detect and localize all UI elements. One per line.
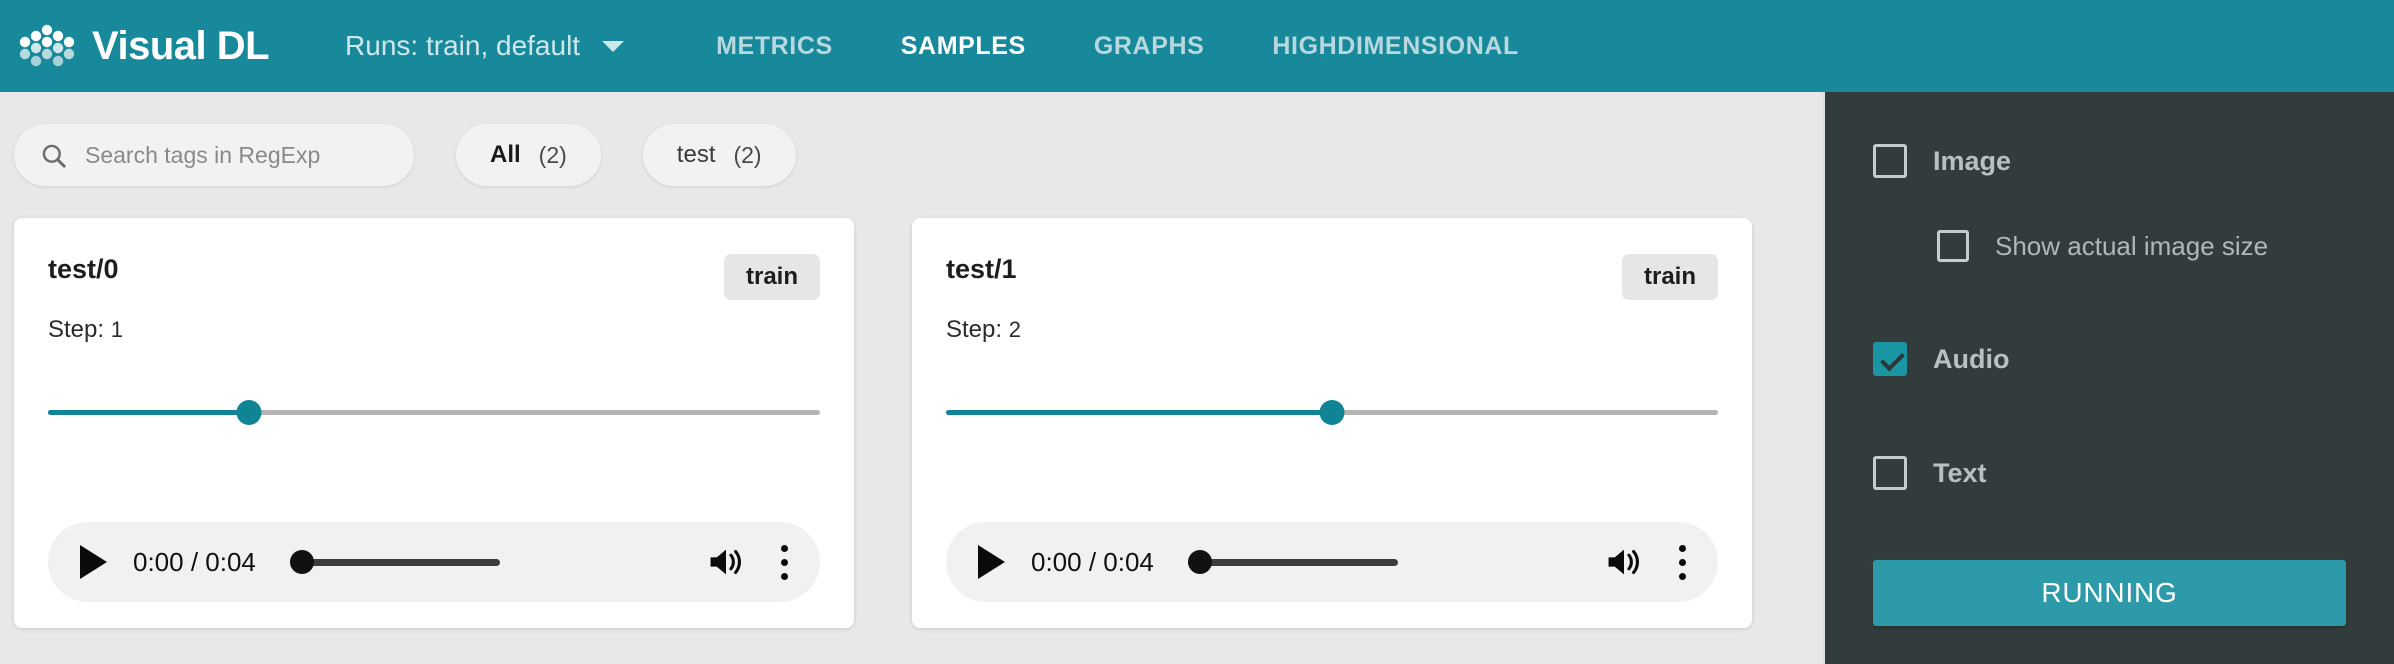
app-header: Visual DL Runs: train, default METRICS S… bbox=[0, 0, 2394, 92]
audio-time: 0:00 / 0:04 bbox=[1031, 546, 1154, 577]
sample-card: test/1 train Step: 2 0:00 / 0:04 bbox=[912, 218, 1752, 628]
filter-toolbar: Search tags in RegExp All (2) test (2) bbox=[14, 120, 1822, 190]
step-slider-thumb[interactable] bbox=[236, 400, 262, 425]
kebab-dot bbox=[1679, 544, 1686, 552]
search-input[interactable]: Search tags in RegExp bbox=[14, 124, 414, 186]
step-value: 1 bbox=[110, 317, 123, 342]
step-slider-fill bbox=[48, 410, 249, 415]
checkbox-text[interactable] bbox=[1873, 456, 1907, 490]
audio-player: 0:00 / 0:04 bbox=[946, 522, 1718, 602]
filter-chip-test-label: test bbox=[676, 141, 716, 168]
filter-chip-all[interactable]: All (2) bbox=[456, 124, 601, 186]
kebab-dot bbox=[781, 544, 788, 552]
volume-slider[interactable] bbox=[289, 550, 500, 574]
checkbox-image[interactable] bbox=[1873, 144, 1907, 178]
status-running-button[interactable]: RUNNING bbox=[1873, 560, 2346, 626]
step-slider-thumb[interactable] bbox=[1319, 400, 1345, 425]
kebab-dot bbox=[781, 558, 788, 566]
volume-slider-thumb[interactable] bbox=[1187, 550, 1212, 574]
search-icon bbox=[42, 144, 66, 168]
checkbox-audio[interactable] bbox=[1873, 342, 1907, 376]
brand-logo[interactable]: Visual DL bbox=[16, 23, 270, 69]
audio-time: 0:00 / 0:04 bbox=[133, 546, 256, 577]
option-image-label: Image bbox=[1933, 145, 2012, 176]
kebab-dot bbox=[781, 572, 788, 580]
filter-chip-all-label: All bbox=[490, 141, 521, 168]
options-sidebar: Image Show actual image size Audio Text … bbox=[1822, 92, 2394, 664]
step-slider-fill bbox=[946, 410, 1332, 415]
step-value: 2 bbox=[1008, 317, 1021, 342]
option-text-label: Text bbox=[1933, 457, 1987, 488]
play-icon[interactable] bbox=[80, 545, 107, 579]
tab-highdimensional[interactable]: HIGHDIMENSIONAL bbox=[1238, 32, 1553, 61]
sample-card-list: test/0 train Step: 1 0:00 / 0:04 test/1 … bbox=[14, 218, 1822, 628]
volume-up-icon[interactable] bbox=[1605, 545, 1643, 579]
audio-player: 0:00 / 0:04 bbox=[48, 522, 820, 602]
samples-content: Search tags in RegExp All (2) test (2) t… bbox=[0, 92, 1822, 664]
filter-chip-all-count: (2) bbox=[538, 141, 567, 168]
filter-chip-test[interactable]: test (2) bbox=[642, 124, 796, 186]
step-label: Step: bbox=[48, 316, 105, 343]
volume-slider-thumb[interactable] bbox=[289, 550, 314, 574]
filter-chip-test-count: (2) bbox=[733, 141, 762, 168]
card-title: test/0 bbox=[48, 254, 119, 284]
step-info: Step: 1 bbox=[48, 316, 820, 344]
step-info: Step: 2 bbox=[946, 316, 1718, 344]
option-show-actual-image-size[interactable]: Show actual image size bbox=[1937, 230, 2346, 262]
card-title: test/1 bbox=[946, 254, 1017, 284]
tab-graphs[interactable]: GRAPHS bbox=[1060, 32, 1239, 61]
visualdl-app: Visual DL Runs: train, default METRICS S… bbox=[0, 0, 2394, 664]
play-icon[interactable] bbox=[978, 545, 1005, 579]
step-label: Step: bbox=[946, 316, 1003, 343]
run-badge: train bbox=[723, 254, 820, 300]
step-slider[interactable] bbox=[48, 400, 820, 426]
brand-name: Visual DL bbox=[92, 23, 270, 68]
main-nav: METRICS SAMPLES GRAPHS HIGHDIMENSIONAL bbox=[682, 32, 1553, 61]
kebab-dot bbox=[1679, 558, 1686, 566]
sample-card: test/0 train Step: 1 0:00 / 0:04 bbox=[14, 218, 854, 628]
volume-up-icon[interactable] bbox=[707, 545, 745, 579]
card-header: test/0 train bbox=[48, 254, 820, 300]
card-header: test/1 train bbox=[946, 254, 1718, 300]
kebab-menu-icon[interactable] bbox=[771, 544, 788, 580]
option-audio-label: Audio bbox=[1933, 343, 2010, 374]
runs-selector-label: Runs: train, default bbox=[345, 30, 581, 61]
chevron-down-icon bbox=[602, 40, 625, 52]
step-slider[interactable] bbox=[946, 400, 1718, 426]
volume-slider[interactable] bbox=[1187, 550, 1398, 574]
option-image[interactable]: Image bbox=[1873, 144, 2346, 178]
tab-metrics[interactable]: METRICS bbox=[682, 32, 867, 61]
option-audio[interactable]: Audio bbox=[1873, 342, 2346, 376]
kebab-menu-icon[interactable] bbox=[1669, 544, 1686, 580]
search-placeholder: Search tags in RegExp bbox=[85, 141, 321, 168]
tab-samples[interactable]: SAMPLES bbox=[867, 32, 1060, 61]
volume-slider-track bbox=[1187, 559, 1398, 566]
body-row: Search tags in RegExp All (2) test (2) t… bbox=[0, 92, 2394, 664]
checkbox-show-actual-image-size[interactable] bbox=[1937, 230, 1969, 262]
runs-selector[interactable]: Runs: train, default bbox=[345, 30, 625, 62]
option-text[interactable]: Text bbox=[1873, 456, 2346, 490]
volume-slider-track bbox=[289, 559, 500, 566]
visualdl-dots-logo-icon bbox=[19, 24, 75, 67]
run-badge: train bbox=[1621, 254, 1718, 300]
kebab-dot bbox=[1679, 572, 1686, 580]
option-show-actual-image-size-label: Show actual image size bbox=[1995, 230, 2269, 261]
